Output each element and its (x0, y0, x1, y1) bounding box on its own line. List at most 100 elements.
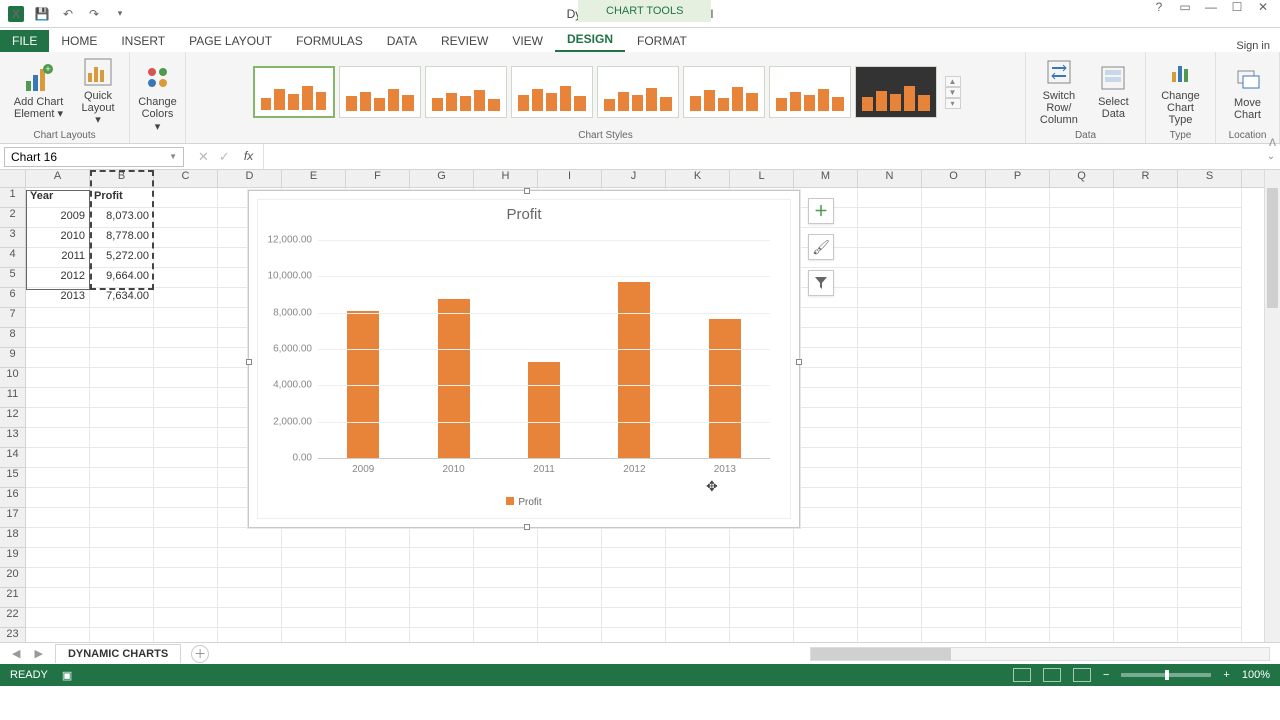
cell[interactable] (666, 608, 730, 628)
cell[interactable] (794, 428, 858, 448)
cell[interactable] (1050, 388, 1114, 408)
chart-bar[interactable] (618, 282, 650, 458)
row-header[interactable]: 20 (0, 568, 26, 588)
switch-row-column-button[interactable]: Switch Row/ Column (1034, 54, 1084, 128)
cell[interactable] (986, 288, 1050, 308)
cell[interactable] (1114, 228, 1178, 248)
row-header[interactable]: 5 (0, 268, 26, 288)
cell[interactable] (986, 388, 1050, 408)
cell[interactable] (922, 308, 986, 328)
undo-icon[interactable]: ↶ (60, 6, 76, 22)
cell[interactable] (282, 628, 346, 642)
name-box-dropdown-icon[interactable]: ▼ (169, 152, 177, 161)
cell[interactable] (1114, 568, 1178, 588)
cell[interactable]: 2010 (26, 228, 90, 248)
cell[interactable] (474, 568, 538, 588)
cell[interactable] (1114, 268, 1178, 288)
cell[interactable] (794, 468, 858, 488)
cell[interactable] (1114, 468, 1178, 488)
cell[interactable] (154, 188, 218, 208)
cell[interactable] (90, 408, 154, 428)
cell[interactable] (922, 448, 986, 468)
column-header[interactable]: J (602, 170, 666, 187)
cell[interactable] (922, 568, 986, 588)
cell[interactable] (922, 368, 986, 388)
cell[interactable] (794, 348, 858, 368)
column-header[interactable]: K (666, 170, 730, 187)
cell[interactable] (90, 328, 154, 348)
cell[interactable] (922, 468, 986, 488)
cell[interactable] (986, 508, 1050, 528)
cell[interactable] (794, 608, 858, 628)
cell[interactable] (730, 548, 794, 568)
cell[interactable] (986, 208, 1050, 228)
close-icon[interactable]: ✕ (1252, 0, 1274, 14)
cell[interactable] (1050, 408, 1114, 428)
view-normal-icon[interactable] (1013, 668, 1031, 682)
save-icon[interactable]: 💾 (34, 6, 50, 22)
cell[interactable] (346, 528, 410, 548)
cell[interactable] (26, 388, 90, 408)
vertical-scrollbar[interactable] (1264, 170, 1280, 642)
cell[interactable] (858, 368, 922, 388)
cell[interactable] (90, 448, 154, 468)
cell[interactable] (986, 408, 1050, 428)
cell[interactable] (154, 508, 218, 528)
cell[interactable] (1114, 188, 1178, 208)
chart-style-thumbnail[interactable] (855, 66, 937, 118)
add-chart-element-button[interactable]: + Add Chart Element ▾ (8, 60, 69, 122)
cell[interactable] (1178, 408, 1242, 428)
cell[interactable] (154, 368, 218, 388)
cell[interactable] (1114, 368, 1178, 388)
cell[interactable] (282, 588, 346, 608)
cell[interactable] (410, 588, 474, 608)
column-header[interactable]: B (90, 170, 154, 187)
cell[interactable] (858, 388, 922, 408)
cell[interactable] (1114, 508, 1178, 528)
cell[interactable]: 8,073.00 (90, 208, 154, 228)
cell[interactable] (858, 548, 922, 568)
cell[interactable] (154, 348, 218, 368)
cell[interactable] (90, 588, 154, 608)
cell[interactable] (154, 248, 218, 268)
cell[interactable] (90, 488, 154, 508)
cell[interactable] (538, 528, 602, 548)
sheet-nav-next-icon[interactable]: ▶ (34, 647, 42, 660)
cell[interactable] (1050, 608, 1114, 628)
horizontal-scrollbar[interactable] (810, 647, 1270, 661)
view-page-break-icon[interactable] (1073, 668, 1091, 682)
cell[interactable] (922, 608, 986, 628)
row-header[interactable]: 22 (0, 608, 26, 628)
tab-review[interactable]: REVIEW (429, 30, 500, 52)
cell[interactable] (1178, 248, 1242, 268)
row-header[interactable]: 10 (0, 368, 26, 388)
tab-view[interactable]: VIEW (500, 30, 555, 52)
cell[interactable] (986, 328, 1050, 348)
cell[interactable]: 9,664.00 (90, 268, 154, 288)
cell[interactable] (602, 528, 666, 548)
cell[interactable] (602, 628, 666, 642)
cell[interactable] (346, 548, 410, 568)
cell[interactable] (986, 468, 1050, 488)
cell[interactable] (1178, 388, 1242, 408)
cell[interactable] (26, 548, 90, 568)
cell[interactable] (1178, 228, 1242, 248)
cell[interactable] (922, 228, 986, 248)
cell[interactable] (154, 208, 218, 228)
cell[interactable] (1114, 428, 1178, 448)
chart-bar[interactable] (528, 362, 560, 458)
cell[interactable] (1178, 488, 1242, 508)
cell[interactable] (922, 388, 986, 408)
zoom-slider[interactable] (1121, 673, 1211, 677)
cell[interactable] (90, 368, 154, 388)
cell[interactable] (602, 588, 666, 608)
cell[interactable] (666, 528, 730, 548)
cell[interactable] (922, 268, 986, 288)
cell[interactable] (1050, 428, 1114, 448)
cell[interactable]: 2013 (26, 288, 90, 308)
cell[interactable] (1114, 388, 1178, 408)
cell[interactable] (218, 588, 282, 608)
cell[interactable] (154, 588, 218, 608)
cell[interactable] (794, 388, 858, 408)
sign-in-link[interactable]: Sign in (1236, 40, 1280, 52)
